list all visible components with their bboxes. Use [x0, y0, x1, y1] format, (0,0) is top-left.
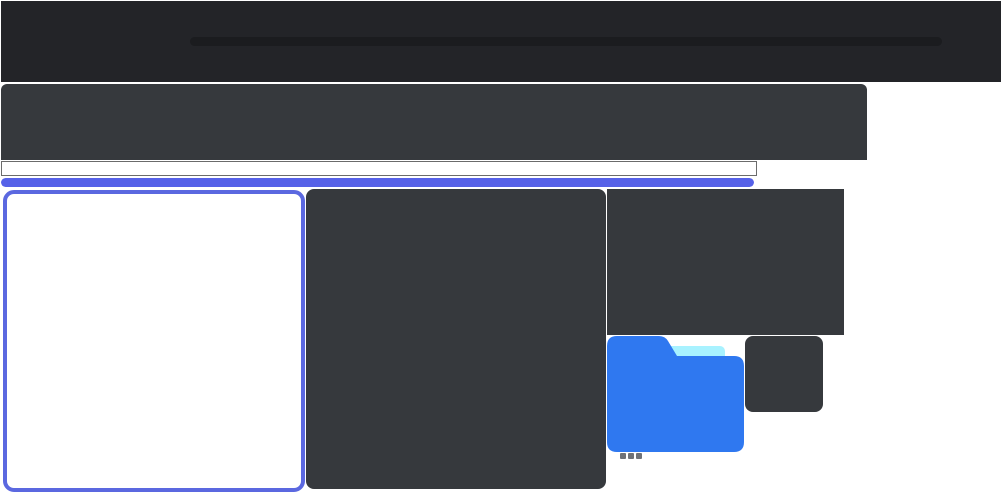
dot [636, 453, 642, 459]
dot [620, 453, 626, 459]
search-bar[interactable] [190, 37, 942, 46]
preview-panel[interactable] [607, 189, 844, 335]
text-input-strip[interactable] [1, 161, 757, 176]
folder-icon[interactable] [607, 336, 744, 452]
header-banner [1, 84, 867, 160]
content-card[interactable] [306, 189, 606, 489]
progress-bar [1, 178, 754, 187]
dot [628, 453, 634, 459]
thumbnail-tile[interactable] [745, 336, 823, 412]
progress-bar-fill [1, 178, 754, 187]
more-dots-icon[interactable] [620, 453, 642, 460]
selected-card[interactable] [3, 190, 305, 492]
